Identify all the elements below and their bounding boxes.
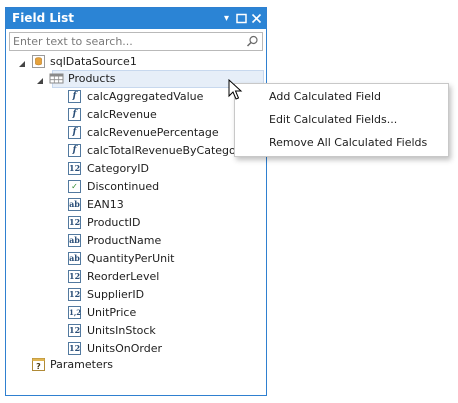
parameters-icon: ? xyxy=(31,357,46,372)
field-row[interactable]: 12 ProductID xyxy=(6,214,264,232)
tree-node-datasource[interactable]: sqlDataSource1 xyxy=(6,53,264,71)
decimal-type-icon: 1,2 xyxy=(68,306,82,319)
field-row[interactable]: 1,2 UnitPrice xyxy=(6,304,264,322)
field-row[interactable]: 12 ReorderLevel xyxy=(6,268,264,286)
table-icon xyxy=(49,71,64,86)
close-icon[interactable] xyxy=(250,12,263,25)
menu-item-label: Remove All Calculated Fields xyxy=(269,136,428,149)
table-label: Products xyxy=(68,72,116,85)
field-row[interactable]: 12 CategoryID xyxy=(6,160,264,178)
field-label: SupplierID xyxy=(87,288,145,301)
panel-titlebar[interactable]: Field List ▾ xyxy=(6,8,266,29)
search-icon[interactable] xyxy=(246,35,259,48)
calculated-type-icon: f xyxy=(68,108,81,121)
string-type-icon: ab xyxy=(68,234,81,247)
field-row[interactable]: 12 SupplierID xyxy=(6,286,264,304)
tree-node-products[interactable]: Products xyxy=(6,70,264,88)
field-label: calcRevenuePercentage xyxy=(87,126,219,139)
search-box[interactable] xyxy=(9,32,263,51)
field-row[interactable]: f calcTotalRevenueByCategory xyxy=(6,142,264,160)
field-label: UnitsOnOrder xyxy=(87,342,163,355)
field-label: ProductID xyxy=(87,216,141,229)
field-label: EAN13 xyxy=(87,198,124,211)
field-list-panel: Field List ▾ sqlDataSo xyxy=(5,7,267,396)
context-menu: Add Calculated Field Edit Calculated Fie… xyxy=(234,83,449,157)
integer-type-icon: 12 xyxy=(68,288,81,301)
calculated-type-icon: f xyxy=(68,126,81,139)
menu-item-remove-all-calculated-fields[interactable]: Remove All Calculated Fields xyxy=(236,132,447,154)
integer-type-icon: 12 xyxy=(68,162,81,175)
field-label: Discontinued xyxy=(87,180,160,193)
field-row[interactable]: ab EAN13 xyxy=(6,196,264,214)
maximize-icon[interactable] xyxy=(235,12,248,25)
field-label: CategoryID xyxy=(87,162,149,175)
field-row[interactable]: ab ProductName xyxy=(6,232,264,250)
panel-title: Field List xyxy=(12,11,74,25)
field-label: QuantityPerUnit xyxy=(87,252,175,265)
boolean-type-icon: ✓ xyxy=(68,180,81,193)
field-label: UnitPrice xyxy=(87,306,137,319)
field-label: calcAggregatedValue xyxy=(87,90,204,103)
field-label: calcTotalRevenueByCategory xyxy=(87,144,247,157)
field-label: ReorderLevel xyxy=(87,270,160,283)
collapse-icon[interactable] xyxy=(36,75,44,84)
svg-text:?: ? xyxy=(36,362,41,371)
field-label: ProductName xyxy=(87,234,162,247)
field-label: calcRevenue xyxy=(87,108,157,121)
integer-type-icon: 12 xyxy=(68,216,81,229)
datasource-label: sqlDataSource1 xyxy=(50,55,137,68)
field-row[interactable]: f calcRevenue xyxy=(6,106,264,124)
collapse-icon[interactable] xyxy=(18,58,26,67)
field-row[interactable]: f calcRevenuePercentage xyxy=(6,124,264,142)
integer-type-icon: 12 xyxy=(68,324,81,337)
string-type-icon: ab xyxy=(68,198,81,211)
menu-item-add-calculated-field[interactable]: Add Calculated Field xyxy=(236,86,447,108)
database-icon xyxy=(31,54,46,69)
calculated-type-icon: f xyxy=(68,90,81,103)
menu-item-label: Edit Calculated Fields... xyxy=(269,113,398,126)
integer-type-icon: 12 xyxy=(68,342,81,355)
integer-type-icon: 12 xyxy=(68,270,81,283)
field-label: UnitsInStock xyxy=(87,324,156,337)
menu-item-edit-calculated-fields[interactable]: Edit Calculated Fields... xyxy=(236,109,447,131)
menu-item-label: Add Calculated Field xyxy=(269,90,382,103)
tree-node-parameters[interactable]: ? Parameters xyxy=(6,356,264,374)
string-type-icon: ab xyxy=(68,252,81,265)
calculated-type-icon: f xyxy=(68,144,81,157)
parameters-label: Parameters xyxy=(50,358,113,371)
mouse-cursor-icon xyxy=(228,78,244,101)
field-row[interactable]: ✓ Discontinued xyxy=(6,178,264,196)
dropdown-icon[interactable]: ▾ xyxy=(220,12,233,25)
field-row[interactable]: ab QuantityPerUnit xyxy=(6,250,264,268)
field-row[interactable]: f calcAggregatedValue xyxy=(6,88,264,106)
field-row[interactable]: 12 UnitsInStock xyxy=(6,322,264,340)
search-input[interactable] xyxy=(13,34,238,49)
